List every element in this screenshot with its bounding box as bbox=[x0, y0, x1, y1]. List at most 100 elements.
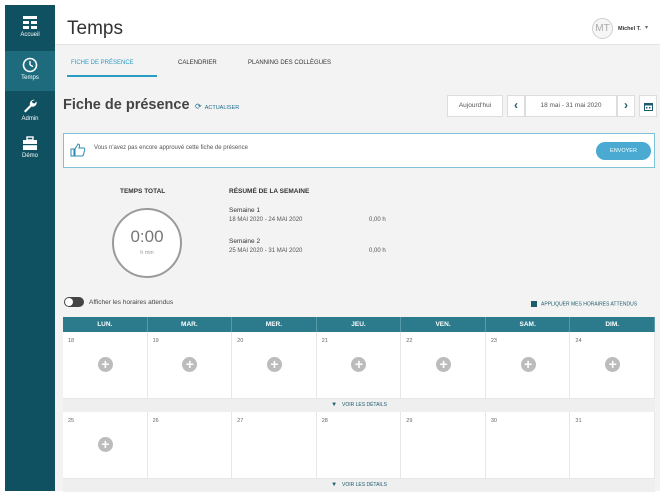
day-cell[interactable]: 31 bbox=[570, 412, 655, 479]
app-title: Temps bbox=[67, 18, 123, 39]
clock-icon bbox=[22, 57, 38, 73]
wrench-icon bbox=[24, 99, 37, 113]
day-number: 25 bbox=[68, 418, 75, 424]
tab-calendrier[interactable]: CALENDRIER bbox=[178, 60, 217, 66]
apply-expected-hours-label: APPLIQUER MES HORAIRES ATTENDUS bbox=[541, 301, 638, 308]
sidebar-item-demo[interactable]: Démo bbox=[5, 133, 55, 167]
day-header: SAM. bbox=[485, 317, 571, 332]
arrow-down-icon: ▼ bbox=[331, 402, 338, 408]
tab-planning-des-collegues[interactable]: PLANNING DES COLLÈGUES bbox=[248, 60, 331, 66]
day-number: 30 bbox=[490, 418, 497, 424]
prev-period-button[interactable]: ‹ bbox=[507, 95, 525, 117]
day-cell[interactable]: 18 + bbox=[63, 332, 148, 399]
add-entry-button[interactable]: + bbox=[520, 357, 536, 372]
day-number: 28 bbox=[321, 418, 328, 424]
day-number: 24 bbox=[575, 338, 582, 344]
day-cell[interactable]: 27 bbox=[232, 412, 317, 479]
expected-hours-toggle[interactable] bbox=[64, 297, 84, 307]
apply-expected-hours-link[interactable]: APPLIQUER MES HORAIRES ATTENDUS bbox=[531, 301, 637, 307]
day-number: 19 bbox=[152, 338, 159, 344]
user-name[interactable]: Michel T. bbox=[618, 26, 641, 32]
add-entry-button[interactable]: + bbox=[436, 357, 452, 372]
day-number: 31 bbox=[575, 418, 582, 424]
day-number: 26 bbox=[152, 418, 159, 424]
day-header: MER. bbox=[232, 317, 317, 332]
total-time-unit: h min bbox=[140, 250, 154, 256]
calendar-icon bbox=[643, 103, 653, 111]
week-2-hours: 0,00 h bbox=[369, 248, 386, 254]
timesheet-calendar: LUN. MAR. MER. JEU. VEN. SAM. DIM. 18 +19 +20 +21 +… bbox=[63, 317, 655, 492]
sidebar-item-label: Accueil bbox=[20, 32, 40, 38]
tab-fiche-de-presence[interactable]: FICHE DE PRÉSENCE bbox=[71, 60, 134, 66]
arrow-down-icon: ▼ bbox=[331, 482, 338, 488]
view-details-label: VOIR LES DÉTAILS bbox=[342, 482, 387, 488]
sidebar-item-accueil[interactable]: Accueil bbox=[5, 11, 55, 45]
add-entry-button[interactable]: + bbox=[182, 357, 198, 372]
total-time-circle: 0:00 h min bbox=[112, 208, 182, 278]
thumbs-up-icon bbox=[70, 143, 86, 157]
chevron-down-icon[interactable]: ▾ bbox=[645, 24, 648, 31]
day-number: 23 bbox=[490, 338, 497, 344]
main-content: Temps MT Michel T. ▾ FICHE DE PRÉSENCE C… bbox=[55, 5, 660, 492]
day-cell[interactable]: 28 bbox=[316, 412, 402, 479]
day-cell[interactable]: 29 bbox=[401, 412, 486, 479]
refresh-icon: ⟳ bbox=[195, 102, 202, 111]
day-header: JEU. bbox=[316, 317, 402, 332]
day-cell[interactable]: 26 bbox=[147, 412, 233, 479]
view-details-link[interactable]: ▼ VOIR LES DÉTAILS bbox=[63, 479, 655, 492]
grid-icon bbox=[23, 16, 37, 29]
day-header: DIM. bbox=[570, 317, 655, 332]
sidebar-item-temps[interactable]: Temps bbox=[5, 51, 55, 91]
add-entry-button[interactable]: + bbox=[97, 357, 113, 372]
day-cell[interactable]: 24 + bbox=[570, 332, 655, 399]
day-header: LUN. bbox=[63, 317, 148, 332]
view-details-link[interactable]: ▼ VOIR LES DÉTAILS bbox=[63, 399, 655, 412]
day-number: 27 bbox=[237, 418, 244, 424]
expected-hours-toggle-label[interactable]: Afficher les horaires attendus bbox=[89, 299, 173, 306]
sidebar: Accueil Temps Admin Démo bbox=[5, 5, 55, 491]
day-cell[interactable]: 25 + bbox=[63, 412, 148, 479]
week-2-name: Semaine 2 bbox=[229, 238, 261, 245]
sidebar-item-admin[interactable]: Admin bbox=[5, 95, 55, 129]
sidebar-item-label: Démo bbox=[21, 153, 38, 159]
refresh-label: ACTUALISER bbox=[204, 105, 240, 111]
total-time-value: 0:00 bbox=[130, 227, 164, 246]
briefcase-icon bbox=[23, 136, 37, 150]
day-number: 29 bbox=[406, 418, 413, 424]
refresh-button[interactable]: ⟳ ACTUALISER bbox=[195, 102, 239, 111]
week-summary-title: RÉSUMÉ DE LA SEMAINE bbox=[229, 188, 310, 195]
day-cell[interactable]: 20 + bbox=[232, 332, 317, 399]
day-number: 20 bbox=[237, 338, 244, 344]
day-cell[interactable]: 22 + bbox=[401, 332, 486, 399]
calendar-picker-button[interactable] bbox=[639, 95, 657, 117]
day-cell[interactable]: 30 bbox=[485, 412, 571, 479]
add-entry-button[interactable]: + bbox=[351, 357, 367, 372]
approval-banner: Vous n'avez pas encore approuvé cette fi… bbox=[63, 133, 655, 168]
day-cell[interactable]: 23 + bbox=[485, 332, 571, 399]
submit-button[interactable]: ENVOYER bbox=[596, 142, 651, 160]
top-bar: Temps MT Michel T. ▾ bbox=[55, 5, 660, 45]
date-range-label[interactable]: 18 mai - 31 mai 2020 bbox=[525, 95, 617, 117]
page-title: Fiche de présence bbox=[63, 97, 190, 113]
week-1-hours: 0,00 h bbox=[369, 217, 386, 223]
week-1-dates: 18 MAI 2020 - 24 MAI 2020 bbox=[229, 217, 303, 223]
day-header: MAR. bbox=[147, 317, 233, 332]
day-number: 22 bbox=[406, 338, 413, 344]
sidebar-item-label: Admin bbox=[21, 116, 39, 122]
add-entry-button[interactable]: + bbox=[97, 437, 113, 452]
today-button[interactable]: Aujourd'hui bbox=[447, 95, 503, 117]
app-window: Accueil Temps Admin Démo Temps MT Michel… bbox=[5, 5, 660, 492]
total-time-label: TEMPS TOTAL bbox=[120, 188, 166, 195]
active-tab-indicator bbox=[67, 75, 157, 77]
day-cell[interactable]: 21 + bbox=[316, 332, 402, 399]
view-details-label: VOIR LES DÉTAILS bbox=[342, 402, 387, 408]
banner-message: Vous n'avez pas encore approuvé cette fi… bbox=[94, 145, 248, 151]
add-entry-button[interactable]: + bbox=[266, 357, 282, 372]
next-period-button[interactable]: › bbox=[617, 95, 635, 117]
add-entry-button[interactable]: + bbox=[605, 357, 621, 372]
week-1-name: Semaine 1 bbox=[229, 207, 261, 214]
day-number: 21 bbox=[321, 338, 328, 344]
avatar[interactable]: MT bbox=[592, 18, 613, 39]
day-cell[interactable]: 19 + bbox=[147, 332, 233, 399]
toggle-knob bbox=[65, 298, 73, 306]
